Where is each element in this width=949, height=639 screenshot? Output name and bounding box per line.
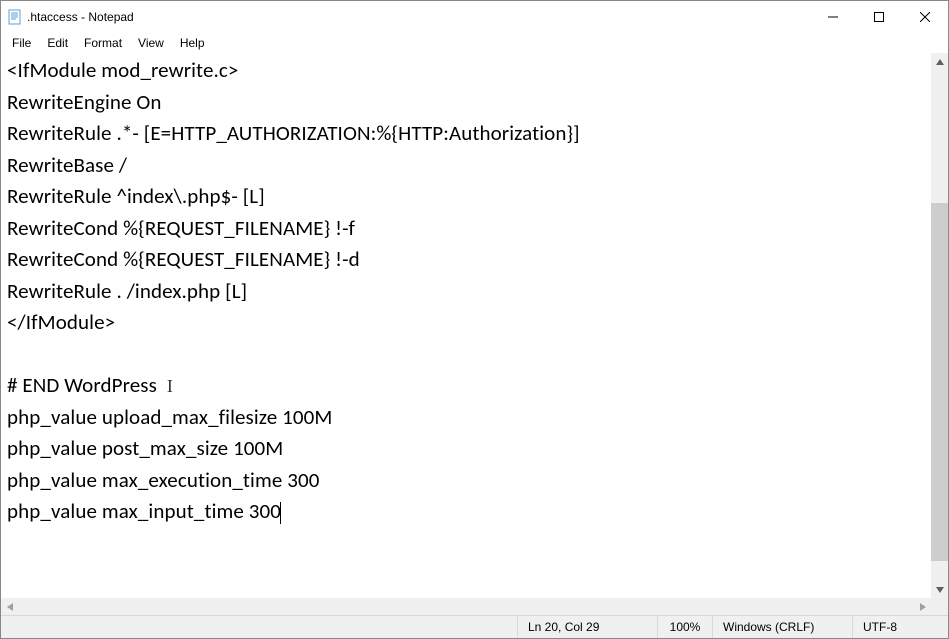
menu-edit[interactable]: Edit [40,35,75,51]
menubar: File Edit Format View Help [1,33,948,53]
text-editor[interactable]: <IfModule mod_rewrite.c> RewriteEngine O… [1,53,931,598]
scroll-right-arrow-icon[interactable] [914,598,931,615]
titlebar: .htaccess - Notepad [1,1,948,33]
status-zoom: 100% [658,616,713,638]
status-encoding: UTF-8 [853,616,948,638]
statusbar: Ln 20, Col 29 100% Windows (CRLF) UTF-8 [1,615,948,638]
scroll-track[interactable] [931,70,948,581]
window-controls [810,1,948,33]
status-position: Ln 20, Col 29 [518,616,658,638]
scroll-thumb[interactable] [931,203,948,561]
window-title: .htaccess - Notepad [27,10,134,24]
editor-area: <IfModule mod_rewrite.c> RewriteEngine O… [1,53,948,598]
scroll-down-arrow-icon[interactable] [931,581,948,598]
menu-file[interactable]: File [5,35,38,51]
menu-help[interactable]: Help [173,35,212,51]
text-cursor-icon: I [167,373,173,400]
scroll-left-arrow-icon[interactable] [1,598,18,615]
titlebar-left: .htaccess - Notepad [7,9,134,25]
notepad-icon [7,9,23,25]
content-wrap: <IfModule mod_rewrite.c> RewriteEngine O… [1,53,948,615]
hscroll-track[interactable] [18,598,914,615]
scroll-corner [931,598,948,615]
scroll-up-arrow-icon[interactable] [931,53,948,70]
close-button[interactable] [902,1,948,33]
caret [280,502,281,524]
maximize-button[interactable] [856,1,902,33]
horizontal-scrollbar[interactable] [1,598,948,615]
menu-format[interactable]: Format [77,35,129,51]
vertical-scrollbar[interactable] [931,53,948,598]
status-line-ending: Windows (CRLF) [713,616,853,638]
menu-view[interactable]: View [131,35,171,51]
status-spacer [1,616,518,638]
minimize-button[interactable] [810,1,856,33]
